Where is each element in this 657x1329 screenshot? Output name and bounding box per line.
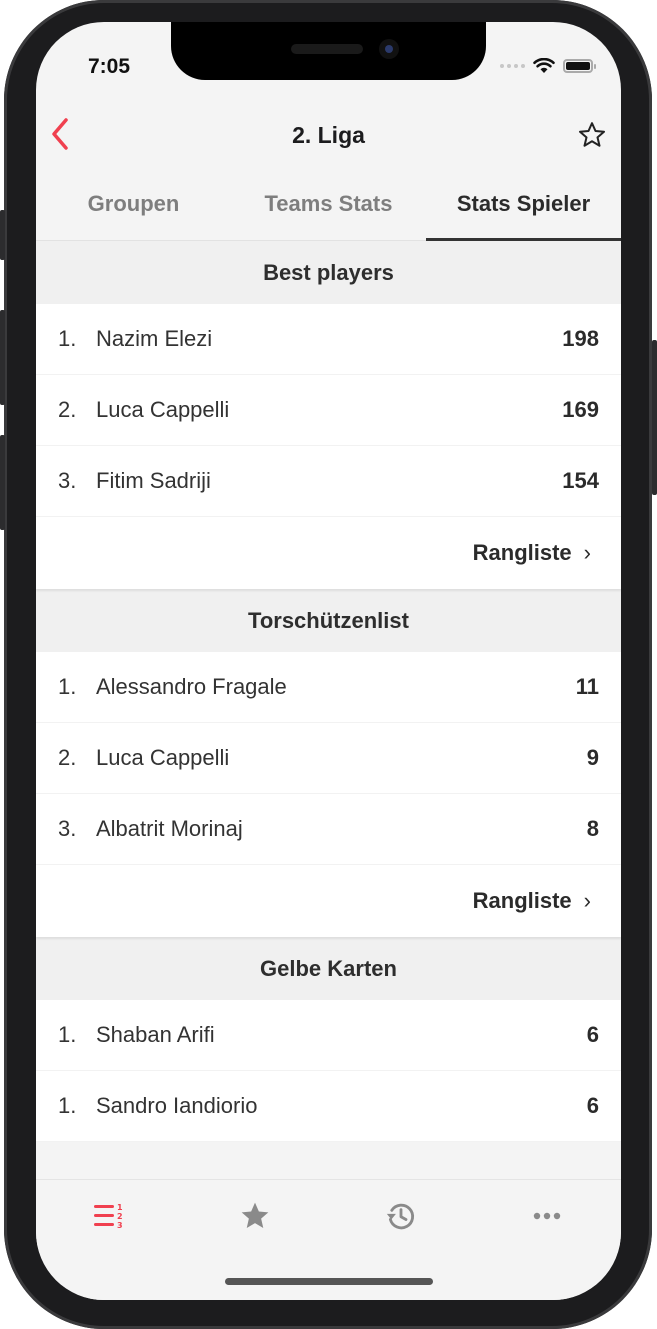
battery-icon: [563, 59, 596, 73]
rank: 1.: [58, 674, 77, 699]
player-value: 198: [562, 326, 599, 351]
rank: 2.: [58, 397, 77, 422]
tab-groupen[interactable]: Groupen: [36, 172, 231, 240]
rangliste-link[interactable]: Rangliste ›: [36, 517, 621, 589]
svg-text:1: 1: [117, 1203, 123, 1212]
player-name: Luca Cappelli: [96, 397, 230, 422]
tab-ranking[interactable]: 1 2 3: [79, 1194, 139, 1238]
rank: 2.: [58, 745, 77, 770]
status-time: 7:05: [88, 55, 131, 78]
history-icon: [386, 1203, 414, 1230]
player-value: 6: [586, 1022, 599, 1047]
segment-tabs: Groupen Teams Stats Stats Spieler: [36, 172, 621, 241]
speaker: [291, 44, 363, 54]
wifi-icon: [533, 58, 555, 73]
star-outline-icon: [579, 122, 605, 147]
player-name: Albatrit Morinaj: [96, 816, 243, 841]
section-header-best-players: Best players: [36, 241, 621, 304]
player-value: 169: [562, 397, 599, 422]
list-item[interactable]: 1. Nazim Elezi 198: [36, 304, 621, 375]
svg-text:2: 2: [117, 1212, 123, 1221]
player-value: 9: [586, 745, 599, 770]
more-icon: [533, 1212, 561, 1220]
camera: [379, 39, 399, 59]
player-value: 8: [586, 816, 599, 841]
screen: 7:05 2. Liga Groupen Teams Stats Stats S…: [36, 22, 621, 1300]
volume-up-button: [0, 310, 5, 405]
player-name: Shaban Arifi: [96, 1022, 215, 1047]
chevron-right-icon: ›: [583, 888, 591, 913]
section-header-gelbe-karten: Gelbe Karten: [36, 937, 621, 1000]
home-indicator[interactable]: [225, 1278, 433, 1285]
rank: 3.: [58, 468, 77, 493]
player-value: 6: [586, 1093, 599, 1118]
player-value: 11: [575, 674, 599, 699]
list-item[interactable]: 1. Alessandro Fragale 11: [36, 652, 621, 723]
star-icon: [241, 1202, 269, 1228]
svg-text:3: 3: [117, 1221, 123, 1230]
tab-history[interactable]: [371, 1194, 431, 1238]
list-item[interactable]: 3. Fitim Sadriji 154: [36, 446, 621, 517]
tab-stats-spieler[interactable]: Stats Spieler: [426, 172, 621, 241]
favorite-button[interactable]: [577, 120, 607, 150]
navbar: 2. Liga: [36, 102, 621, 168]
page-title: 2. Liga: [292, 122, 365, 148]
status-icons: [500, 58, 596, 74]
mute-switch: [0, 210, 5, 260]
volume-down-button: [0, 435, 5, 530]
player-name: Luca Cappelli: [96, 745, 230, 770]
rank: 3.: [58, 816, 77, 841]
player-name: Fitim Sadriji: [96, 468, 211, 493]
player-name: Alessandro Fragale: [96, 674, 287, 699]
section-header-torschuetzenlist: Torschützenlist: [36, 589, 621, 652]
ranking-list-icon: 1 2 3: [94, 1203, 123, 1230]
notch: [171, 22, 486, 80]
list-item[interactable]: 2. Luca Cappelli 9: [36, 723, 621, 794]
player-name: Sandro Iandiorio: [96, 1093, 258, 1118]
player-name: Nazim Elezi: [96, 326, 213, 351]
stats-list[interactable]: Best players 1. Nazim Elezi 198 2. Luca …: [36, 241, 621, 1179]
rank: 1.: [58, 1022, 77, 1047]
tab-more[interactable]: [517, 1194, 577, 1238]
rank: 1.: [58, 326, 77, 351]
chevron-right-icon: ›: [583, 540, 591, 565]
rangliste-label: Rangliste: [472, 540, 572, 565]
power-button: [652, 340, 657, 495]
rangliste-link[interactable]: Rangliste ›: [36, 865, 621, 937]
cellular-signal-icon: [500, 64, 525, 68]
list-item[interactable]: 2. Luca Cappelli 169: [36, 375, 621, 446]
tab-teams-stats[interactable]: Teams Stats: [231, 172, 426, 240]
rank: 1.: [58, 1093, 77, 1118]
tab-favorites[interactable]: [225, 1194, 285, 1238]
list-item[interactable]: 1. Shaban Arifi 6: [36, 1000, 621, 1071]
rangliste-label: Rangliste: [472, 888, 572, 913]
player-value: 154: [562, 468, 599, 493]
list-item[interactable]: 3. Albatrit Morinaj 8: [36, 794, 621, 865]
list-item[interactable]: 1. Sandro Iandiorio 6: [36, 1071, 621, 1142]
